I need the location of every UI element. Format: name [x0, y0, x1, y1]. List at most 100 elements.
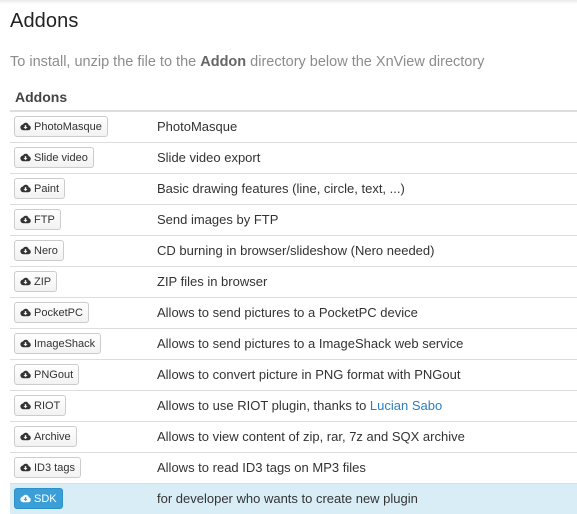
addon-description: Allows to convert picture in PNG format … — [157, 367, 461, 382]
download-button-label: PocketPC — [34, 306, 83, 319]
cloud-download-icon — [20, 153, 31, 162]
download-button-label: ID3 tags — [34, 461, 75, 474]
download-addon-button[interactable]: Archive — [14, 426, 77, 447]
download-addon-button[interactable]: Slide video — [14, 147, 94, 168]
cloud-download-icon — [20, 432, 31, 441]
addon-description: Allows to read ID3 tags on MP3 files — [157, 460, 366, 475]
download-addon-button[interactable]: SDK — [14, 488, 63, 510]
addon-description-cell: Allows to use RIOT plugin, thanks to Luc… — [157, 389, 577, 421]
download-button-label: Nero — [34, 244, 58, 257]
cloud-download-icon — [20, 339, 31, 348]
download-button-label: Archive — [34, 430, 71, 443]
download-button-label: RIOT — [34, 399, 61, 412]
cloud-download-icon — [20, 246, 31, 255]
download-addon-button[interactable]: Nero — [14, 240, 64, 261]
download-addon-button[interactable]: PNGout — [14, 364, 80, 385]
hint-text-end: directory below the XnView directory — [246, 54, 485, 70]
addon-description-cell: Allows to send pictures to a ImageShack … — [157, 327, 577, 359]
top-edge — [0, 0, 577, 4]
addon-row: FTP Send images by FTP — [10, 203, 577, 235]
addon-description: CD burning in browser/slideshow (Nero ne… — [157, 243, 435, 258]
addon-description: Allows to send pictures to a PocketPC de… — [157, 305, 418, 320]
addon-description-cell: Basic drawing features (line, circle, te… — [157, 172, 577, 204]
download-button-label: Slide video — [34, 151, 88, 164]
cloud-download-icon — [20, 495, 31, 503]
download-button-label: ImageShack — [34, 337, 96, 350]
download-addon-button[interactable]: FTP — [14, 209, 61, 230]
addon-button-cell: Nero — [10, 234, 157, 266]
addon-button-cell: PhotoMasque — [10, 110, 157, 142]
install-hint: To install, unzip the file to the Addon … — [10, 54, 484, 70]
addon-row: PhotoMasque PhotoMasque — [10, 110, 577, 142]
addon-description-cell: Allows to send pictures to a PocketPC de… — [157, 296, 577, 328]
addon-description-cell: Slide video export — [157, 141, 577, 173]
cloud-download-icon — [20, 277, 31, 286]
addon-row: PocketPC Allows to send pictures to a Poc… — [10, 296, 577, 328]
download-button-label: Paint — [34, 182, 60, 195]
addon-description-cell: CD burning in browser/slideshow (Nero ne… — [157, 234, 577, 266]
cloud-download-icon — [20, 401, 31, 410]
addon-row: Slide video Slide video export — [10, 141, 577, 173]
addon-row: RIOT Allows to use RIOT plugin, thanks to… — [10, 389, 577, 421]
download-button-label: FTP — [34, 213, 55, 226]
addons-column-header: Addons — [10, 83, 577, 112]
download-addon-button[interactable]: ID3 tags — [14, 457, 81, 478]
addon-description: Basic drawing features (line, circle, te… — [157, 181, 405, 196]
addons-table: Addons PhotoMasque PhotoMasque Slide video… — [10, 83, 577, 514]
addon-description: Send images by FTP — [157, 212, 279, 227]
addon-button-cell: FTP — [10, 203, 157, 235]
cloud-download-icon — [20, 184, 31, 193]
addon-description: Allows to send pictures to a ImageShack … — [157, 336, 464, 351]
addon-description: for developer who wants to create new pl… — [157, 491, 418, 507]
cloud-download-icon — [20, 370, 31, 379]
addon-button-cell: ImageShack — [10, 327, 157, 359]
addon-row: ZIP ZIP files in browser — [10, 265, 577, 297]
addon-description-cell: Send images by FTP — [157, 203, 577, 235]
addon-button-cell: RIOT — [10, 389, 157, 421]
download-button-label: PNGout — [34, 368, 74, 381]
hint-text-start: To install, unzip the file to the — [10, 54, 201, 70]
cloud-download-icon — [20, 308, 31, 317]
addon-rows: PhotoMasque PhotoMasque Slide video Slide v… — [10, 110, 577, 514]
addon-button-cell: Paint — [10, 172, 157, 204]
download-addon-button[interactable]: PhotoMasque — [14, 116, 108, 138]
addon-description-cell: Allows to view content of zip, rar, 7z a… — [157, 420, 577, 452]
addon-description: ZIP files in browser — [157, 274, 268, 289]
cloud-download-icon — [20, 215, 31, 224]
addon-description: Slide video export — [157, 150, 261, 165]
addon-description: Allows to use RIOT plugin, thanks to — [157, 398, 370, 413]
hint-directory-name: Addon — [200, 54, 247, 70]
page-title: Addons — [10, 10, 79, 32]
addon-button-cell: PocketPC — [10, 296, 157, 328]
download-addon-button[interactable]: ZIP — [14, 271, 58, 292]
addon-button-cell: Archive — [10, 420, 157, 452]
addon-description-cell: Allows to convert picture in PNG format … — [157, 358, 577, 390]
addon-button-cell: SDK — [10, 482, 157, 514]
cloud-download-icon — [20, 123, 31, 131]
addon-row: ImageShack Allows to send pictures to a I… — [10, 327, 577, 359]
addon-description-cell: for developer who wants to create new pl… — [157, 482, 577, 514]
addon-description-cell: PhotoMasque — [157, 110, 577, 142]
download-addon-button[interactable]: RIOT — [14, 395, 67, 416]
addon-row: PNGout Allows to convert picture in PNG f… — [10, 358, 577, 390]
addon-row: SDK for developer who wants to create new… — [10, 482, 577, 514]
addon-button-cell: ZIP — [10, 265, 157, 297]
download-addon-button[interactable]: ImageShack — [14, 333, 102, 354]
addon-author-link[interactable]: Lucian Sabo — [370, 398, 442, 413]
addon-description-cell: ZIP files in browser — [157, 265, 577, 297]
download-button-label: PhotoMasque — [34, 120, 102, 133]
addon-button-cell: PNGout — [10, 358, 157, 390]
addon-row: Nero CD burning in browser/slideshow (Ner… — [10, 234, 577, 266]
addon-row: ID3 tags Allows to read ID3 tags on MP3 f… — [10, 451, 577, 483]
addon-description-cell: Allows to read ID3 tags on MP3 files — [157, 451, 577, 483]
addon-description: Allows to view content of zip, rar, 7z a… — [157, 429, 465, 444]
download-addon-button[interactable]: PocketPC — [14, 302, 89, 323]
addon-row: Paint Basic drawing features (line, circl… — [10, 172, 577, 204]
addon-button-cell: Slide video — [10, 141, 157, 173]
addon-row: Archive Allows to view content of zip, ra… — [10, 420, 577, 452]
download-addon-button[interactable]: Paint — [14, 178, 66, 199]
table-header-row: Addons — [10, 83, 577, 112]
addon-description: PhotoMasque — [157, 119, 238, 135]
cloud-download-icon — [20, 463, 31, 472]
download-button-label: ZIP — [34, 275, 52, 288]
